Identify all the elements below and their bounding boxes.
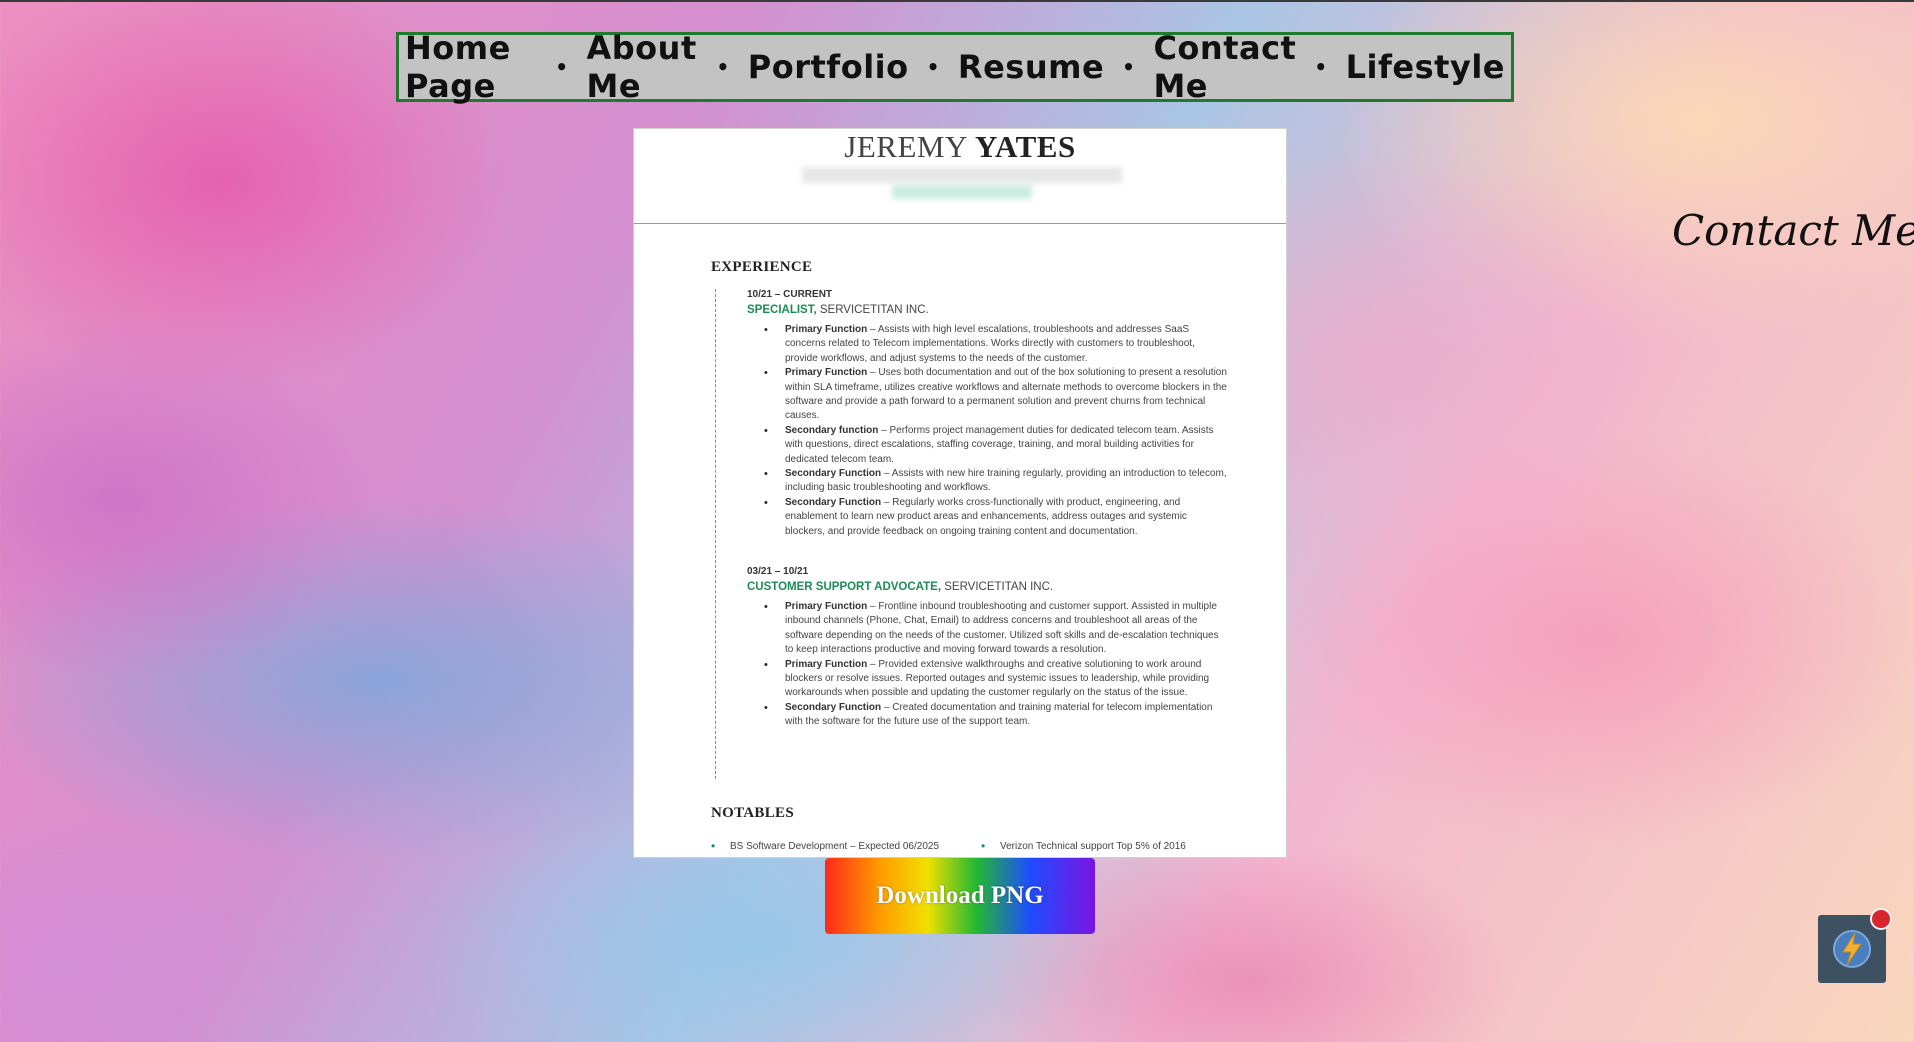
resume-name: JEREMY YATES — [634, 129, 1286, 165]
top-border — [0, 0, 1914, 2]
bullet-label: Primary Function — [785, 367, 868, 379]
notification-badge — [1870, 908, 1892, 930]
bullet-label: Secondary Function — [785, 468, 882, 480]
job-role: SPECIALIST, — [747, 304, 817, 316]
job-bullet: Secondary Function – Created documentati… — [747, 701, 1227, 730]
job-bullet: Secondary function – Performs project ma… — [747, 424, 1227, 467]
bullet-label: Primary Function — [785, 658, 868, 670]
nav-separator: • — [926, 55, 940, 79]
nav-separator: • — [716, 55, 730, 79]
job-bullet: Primary Function – Assists with high lev… — [747, 323, 1227, 366]
job-company: SERVICETITAN INC. — [944, 581, 1054, 593]
job-bullet: Primary Function – Frontline inbound tro… — [747, 600, 1227, 658]
nav-contact-me[interactable]: Contact Me — [1147, 29, 1302, 105]
notables-heading: NOTABLES — [711, 805, 794, 821]
nav-home-page[interactable]: Home Page — [399, 29, 543, 105]
bullet-label: Primary Function — [785, 601, 868, 612]
bullet-label: Secondary Function — [785, 496, 882, 508]
job-title: SPECIALIST, SERVICETITAN INC. — [747, 304, 929, 316]
job-bullets: Primary Function – Assists with high lev… — [747, 323, 1227, 539]
blurred-contact-info — [802, 167, 1122, 183]
bullet-label: Secondary Function — [785, 701, 882, 713]
nav-about-me[interactable]: About Me — [581, 29, 705, 105]
job-bullet: Secondary Function – Assists with new hi… — [747, 467, 1227, 496]
nav-separator: • — [1122, 55, 1136, 79]
nav-resume[interactable]: Resume — [952, 48, 1110, 86]
job-date: 03/21 – 10/21 — [747, 566, 809, 577]
contact-me-to-text: Contact Me To — [1672, 206, 1914, 255]
job-title: CUSTOMER SUPPORT ADVOCATE, SERVICETITAN … — [747, 581, 1053, 593]
nav-lifestyle[interactable]: Lifestyle — [1340, 48, 1511, 86]
job-bullet: Secondary Function – Regularly works cro… — [747, 496, 1227, 539]
resume-image: JEREMY YATES EXPERIENCE 10/21 – CURRENT … — [633, 128, 1287, 858]
job-bullet: Primary Function – Uses both documentati… — [747, 366, 1227, 424]
lightning-bolt-icon — [1833, 930, 1871, 968]
resume-first-name: JEREMY — [844, 129, 967, 164]
nav-separator: • — [1314, 55, 1328, 79]
job-date: 10/21 – CURRENT — [747, 289, 833, 300]
job-company: SERVICETITAN INC. — [819, 304, 929, 316]
experience-heading: EXPERIENCE — [711, 259, 813, 275]
download-png-button[interactable]: Download PNG — [825, 858, 1095, 934]
notable-item: BS Software Development – Expected 06/20… — [711, 839, 939, 853]
bullet-label: Primary Function — [785, 324, 868, 335]
job-bullets: Primary Function – Frontline inbound tro… — [747, 600, 1227, 730]
header-divider — [634, 223, 1286, 224]
main-nav: Home Page • About Me • Portfolio • Resum… — [396, 29, 1514, 105]
resume-last-name: YATES — [974, 129, 1076, 164]
notable-item: Verizon Technical support Top 5% of 2016 — [981, 839, 1186, 853]
nav-separator: • — [555, 55, 569, 79]
nav-portfolio[interactable]: Portfolio — [742, 48, 915, 86]
timeline-line — [715, 289, 716, 779]
job-role: CUSTOMER SUPPORT ADVOCATE, — [747, 581, 942, 593]
job-bullet: Primary Function – Provided extensive wa… — [747, 658, 1227, 701]
blurred-contact-link — [892, 185, 1032, 199]
bullet-label: Secondary function — [785, 424, 879, 436]
